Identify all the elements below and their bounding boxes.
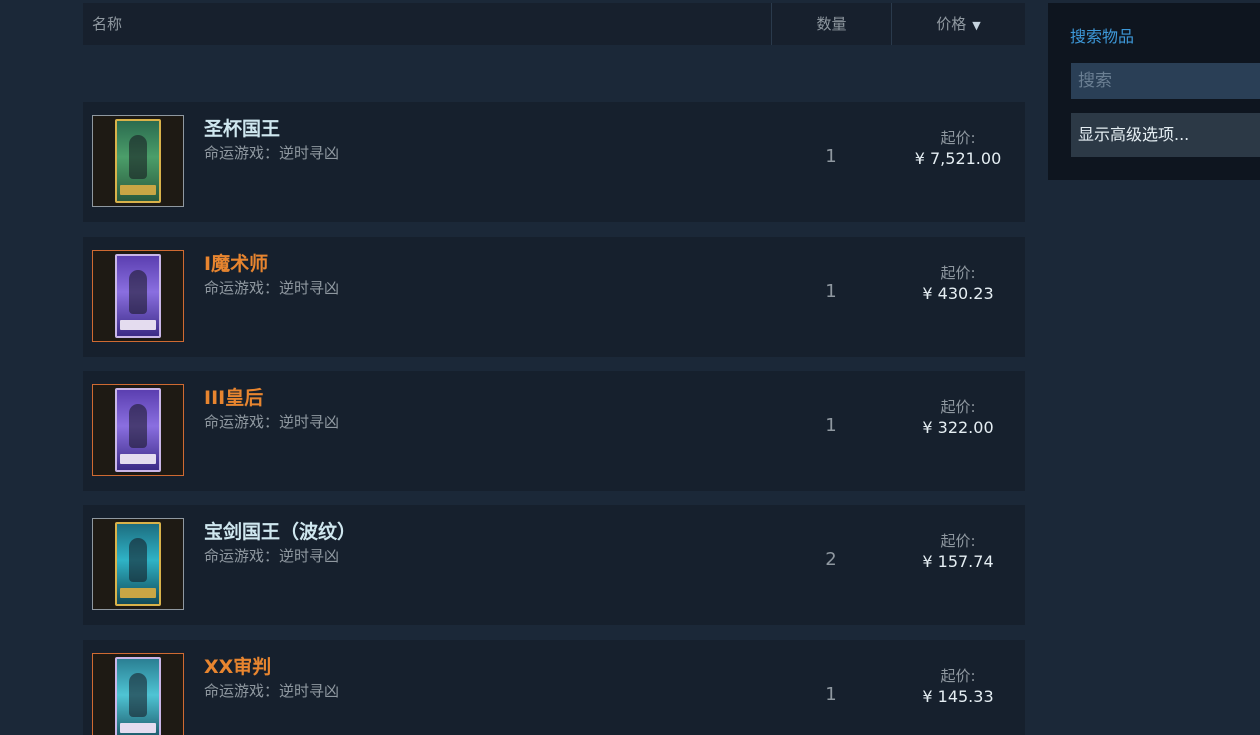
listing-row[interactable]: XX审判 命运游戏：逆时寻凶 1 起价: ¥ 145.33: [83, 640, 1025, 735]
price-value: ¥ 7,521.00: [914, 149, 1002, 168]
item-name[interactable]: I魔术师: [204, 249, 268, 276]
item-thumbnail: [92, 518, 184, 610]
listing-row[interactable]: I魔术师 命运游戏：逆时寻凶 1 起价: ¥ 430.23: [83, 237, 1025, 357]
listing-row[interactable]: III皇后 命运游戏：逆时寻凶 1 起价: ¥ 322.00: [83, 371, 1025, 491]
column-header-price-label: 价格: [936, 15, 967, 33]
item-quantity: 1: [825, 146, 837, 167]
item-name[interactable]: 宝剑国王（波纹）: [204, 517, 356, 544]
sort-desc-icon: ▼: [972, 19, 981, 32]
column-header-name: 名称: [92, 15, 123, 33]
column-header-price[interactable]: 价格 ▼: [891, 3, 1025, 45]
item-name[interactable]: XX审判: [204, 652, 271, 679]
item-quantity: 1: [825, 415, 837, 436]
item-game: 命运游戏：逆时寻凶: [204, 144, 340, 162]
item-name[interactable]: 圣杯国王: [204, 114, 280, 141]
search-sidebar: 搜索物品 显示高级选项...: [1048, 3, 1260, 180]
listing-row[interactable]: 圣杯国王 命运游戏：逆时寻凶 1 起价: ¥ 7,521.00: [83, 102, 1025, 222]
price-label: 起价:: [940, 667, 976, 685]
item-quantity: 2: [825, 549, 837, 570]
price-label: 起价:: [940, 532, 976, 550]
results-header: 名称 数量 价格 ▼: [83, 3, 1025, 45]
item-name[interactable]: III皇后: [204, 383, 263, 410]
tarot-card-image: [115, 119, 161, 203]
price-value: ¥ 322.00: [922, 418, 994, 437]
tarot-card-image: [115, 254, 161, 338]
price-value: ¥ 430.23: [922, 284, 994, 303]
item-thumbnail: [92, 115, 184, 207]
price-label: 起价:: [940, 129, 976, 147]
show-advanced-options-button[interactable]: 显示高级选项...: [1071, 113, 1260, 157]
price-value: ¥ 145.33: [922, 687, 994, 706]
sidebar-title: 搜索物品: [1070, 27, 1135, 46]
item-quantity: 1: [825, 281, 837, 302]
price-label: 起价:: [940, 264, 976, 282]
item-game: 命运游戏：逆时寻凶: [204, 279, 340, 297]
item-quantity: 1: [825, 684, 837, 705]
column-header-quantity: 数量: [771, 3, 891, 45]
item-thumbnail: [92, 384, 184, 476]
item-game: 命运游戏：逆时寻凶: [204, 413, 340, 431]
price-label: 起价:: [940, 398, 976, 416]
tarot-card-image: [115, 657, 161, 735]
tarot-card-image: [115, 388, 161, 472]
item-game: 命运游戏：逆时寻凶: [204, 682, 340, 700]
tarot-card-image: [115, 522, 161, 606]
results-table: 名称 数量 价格 ▼ 圣杯国王 命运游戏：逆时寻凶 1 起价: ¥ 7,521.0…: [83, 3, 1025, 735]
item-game: 命运游戏：逆时寻凶: [204, 547, 340, 565]
price-value: ¥ 157.74: [922, 552, 994, 571]
market-page: 名称 数量 价格 ▼ 圣杯国王 命运游戏：逆时寻凶 1 起价: ¥ 7,521.0…: [0, 0, 1260, 735]
item-thumbnail: [92, 653, 184, 735]
item-thumbnail: [92, 250, 184, 342]
listing-row[interactable]: 宝剑国王（波纹） 命运游戏：逆时寻凶 2 起价: ¥ 157.74: [83, 505, 1025, 625]
search-input[interactable]: [1071, 63, 1260, 99]
